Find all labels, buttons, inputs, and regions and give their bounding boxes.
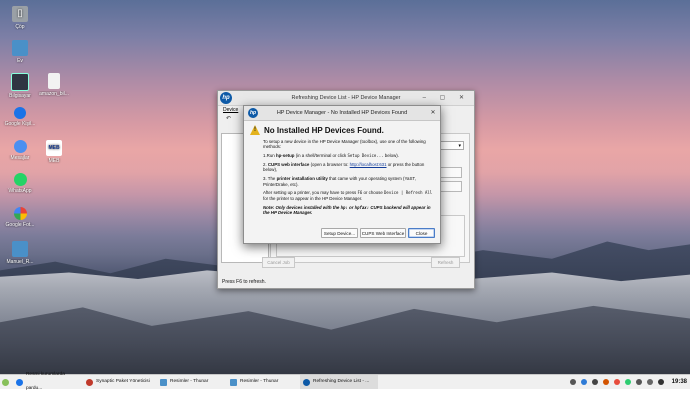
meb-logo-icon: MEB [46, 140, 62, 156]
desktop-icon-trash[interactable]: ▯ Çöp [0, 6, 40, 30]
hp-logo-icon: hp [248, 108, 258, 118]
close-button[interactable]: Close [408, 228, 435, 238]
taskbar: Resmi kurumlarda pardu... Synaptic Paket… [0, 372, 690, 391]
close-icon[interactable]: ✕ [429, 109, 437, 117]
note-text: Note: Only devices installed with the hp… [263, 204, 431, 216]
dialog-title: HP Device Manager - No Installed HP Devi… [276, 110, 408, 116]
taskbar-item-thunar-2[interactable]: Resimler - Thunar [230, 375, 296, 389]
refresh-button[interactable]: Refresh [431, 257, 460, 268]
contacts-icon [14, 107, 26, 119]
home-folder-icon [12, 40, 28, 56]
synaptic-icon [86, 378, 93, 386]
tray-icon-6[interactable] [625, 379, 631, 385]
hp-icon [303, 378, 310, 386]
desktop-icon-home[interactable]: Ev [0, 40, 40, 64]
intro-text: To setup a new device in the HP Device M… [263, 139, 426, 150]
start-menu-icon [2, 378, 9, 386]
cancel-job-button[interactable]: Cancel Job [262, 257, 295, 268]
clock[interactable]: 19:38 [672, 375, 687, 389]
step-1: 1.Run hp-setup (in a shell/terminal or c… [263, 153, 399, 159]
taskbar-item-synaptic[interactable]: Synaptic Paket Yöneticisi [86, 375, 156, 389]
tray-icon-2[interactable] [581, 379, 587, 385]
computer-icon [11, 73, 29, 91]
tray-icon-5[interactable] [614, 379, 620, 385]
folder-icon [12, 241, 28, 257]
step-2: 2. CUPS web interface (open a browser to… [263, 162, 425, 173]
taskbar-item-hp-device-manager[interactable]: Refreshing Device List - ... [300, 375, 378, 389]
taskbar-item-chrome[interactable]: Resmi kurumlarda pardu... [16, 372, 82, 391]
document-icon [48, 73, 60, 89]
desktop-icon-meb[interactable]: MEB MEB [34, 140, 74, 164]
after-setup-text: After setting up a printer, you may have… [263, 190, 433, 201]
trash-icon: ▯ [12, 6, 28, 22]
desktop-icon-whatsapp[interactable]: WhatsApp [0, 173, 40, 194]
status-bar-text: Press F6 to refresh. [222, 279, 266, 285]
whatsapp-icon [13, 173, 27, 186]
hp-app-icon: hp [220, 92, 232, 104]
desktop-icon-manuel-folder[interactable]: Manuel_R... [0, 241, 40, 265]
window-titlebar[interactable]: Refreshing Device List - HP Device Manag… [218, 91, 474, 106]
dialog-titlebar[interactable]: hp HP Device Manager - No Installed HP D… [244, 106, 440, 121]
browser-icon [16, 378, 23, 386]
window-controls[interactable]: – ▢ ✕ [423, 91, 470, 105]
system-tray [570, 375, 664, 389]
toolbar-setup-icon[interactable]: ↶ [226, 116, 231, 122]
setup-device-button[interactable]: Setup Device... [321, 228, 358, 238]
window-title: Refreshing Device List - HP Device Manag… [291, 95, 401, 101]
dialog-body: To setup a new device in the HP Device M… [263, 139, 435, 219]
volume-icon[interactable] [647, 379, 653, 385]
photos-pinwheel-icon [13, 207, 27, 220]
cups-localhost-link[interactable]: http://localhost:631 [350, 162, 387, 167]
heading-text: No Installed HP Devices Found. [264, 125, 384, 135]
desktop-icon-google-photos[interactable]: Google Fot... [0, 207, 40, 228]
battery-icon[interactable] [658, 379, 664, 385]
taskbar-item-thunar-1[interactable]: Resimler - Thunar [160, 375, 226, 389]
folder-icon [160, 378, 167, 386]
tray-icon-1[interactable] [570, 379, 576, 385]
folder-icon [230, 378, 237, 386]
network-icon[interactable] [636, 379, 642, 385]
messages-icon [13, 140, 27, 153]
tray-icon-3[interactable] [592, 379, 598, 385]
tray-icon-4[interactable] [603, 379, 609, 385]
step-3: 3. The printer installation utility that… [263, 176, 416, 187]
menu-device[interactable]: Device [223, 107, 238, 113]
no-devices-dialog[interactable]: hp HP Device Manager - No Installed HP D… [243, 105, 441, 244]
start-menu-button[interactable] [2, 375, 12, 389]
cups-web-interface-button[interactable]: CUPS Web Interface [360, 228, 406, 238]
desktop-icon-google-contacts[interactable]: Google Kişil... [0, 107, 40, 127]
warning-icon: ! [250, 125, 260, 135]
dialog-heading: ! No Installed HP Devices Found. [250, 124, 384, 136]
desktop-icon-amazon-file[interactable]: amazon_bil... [34, 73, 74, 97]
